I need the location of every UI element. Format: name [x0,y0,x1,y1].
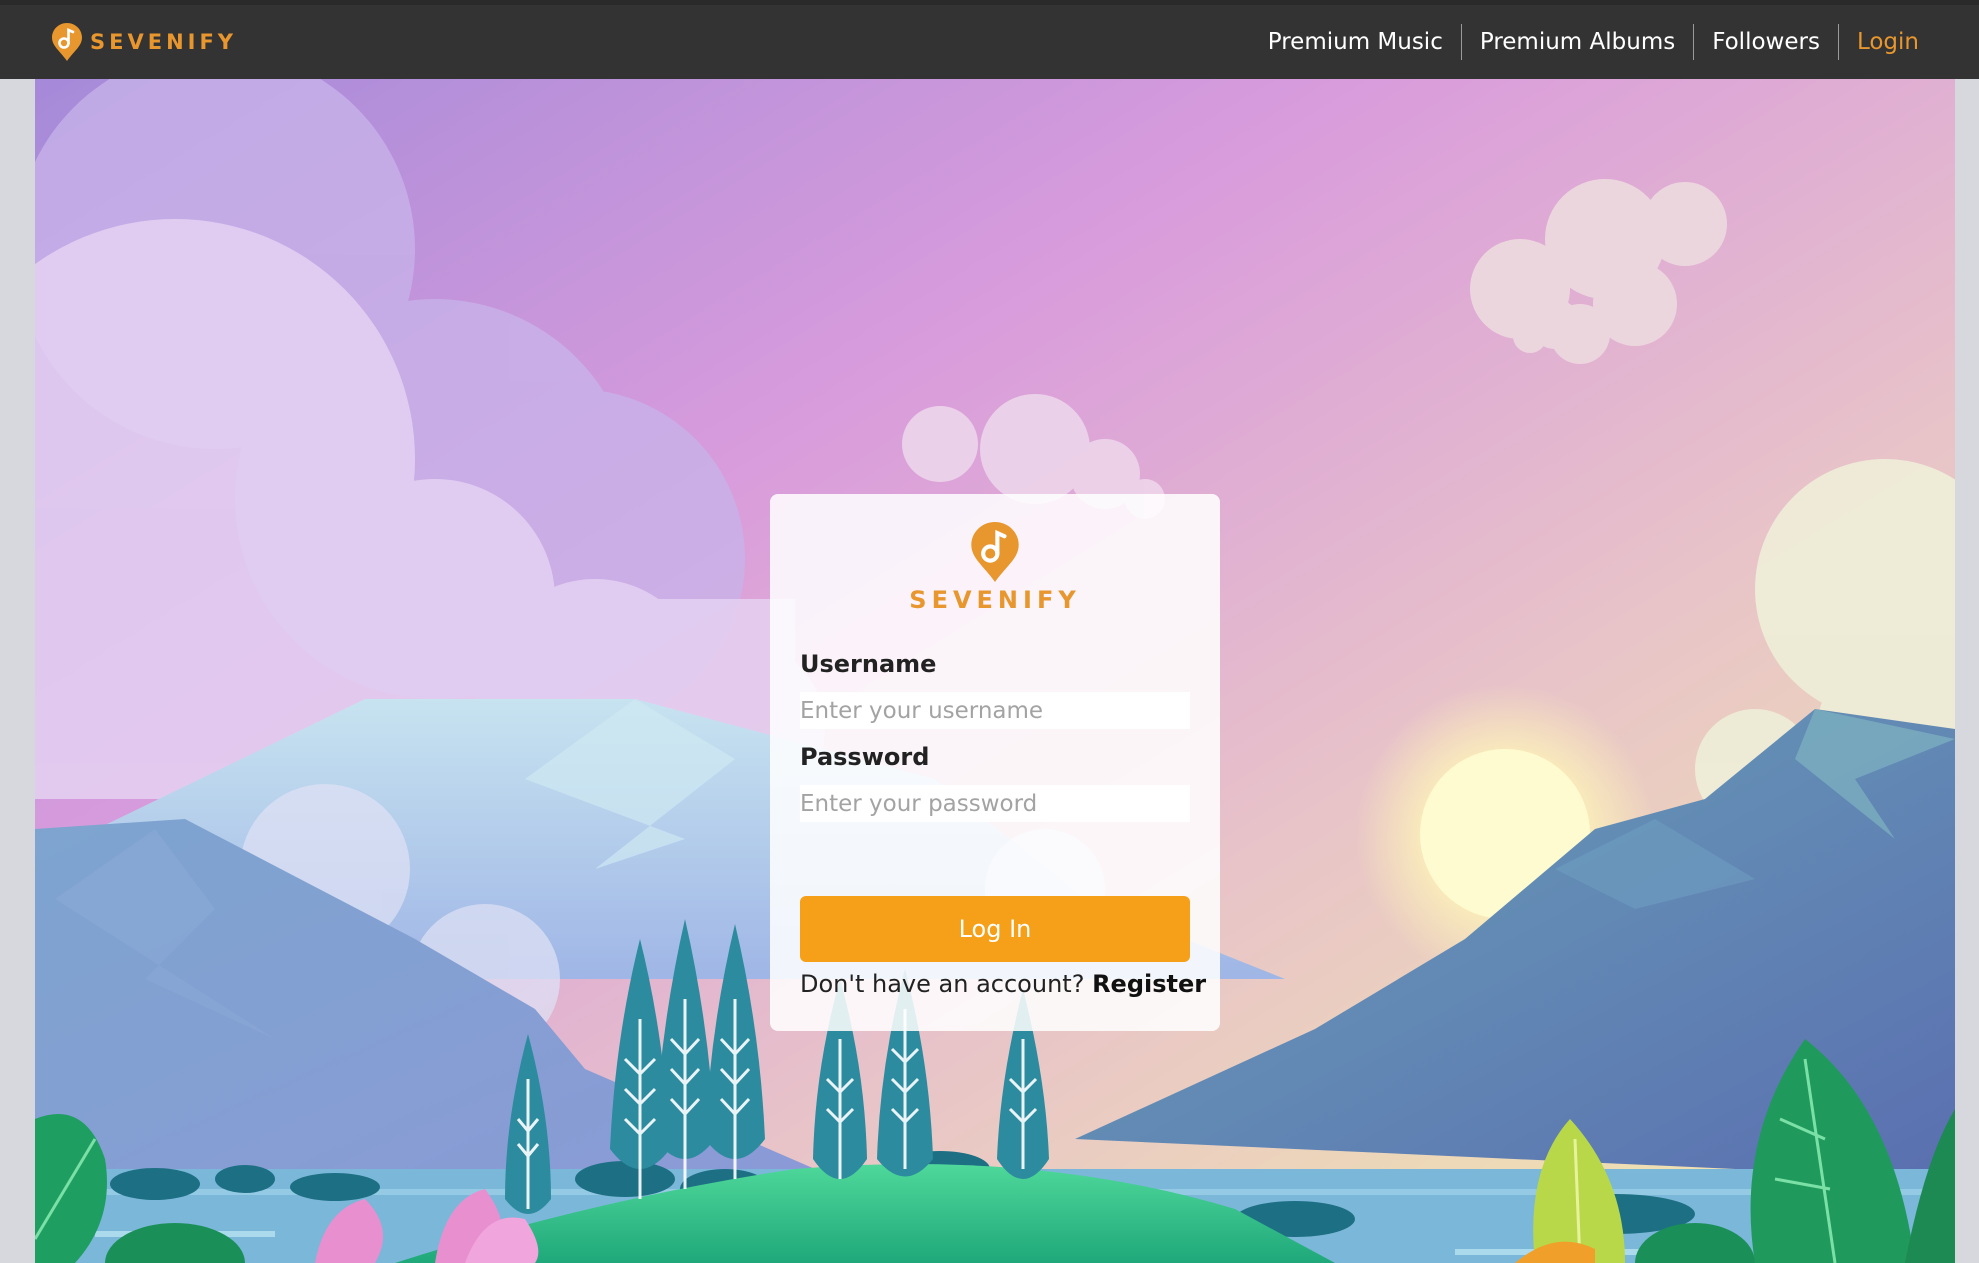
nav-premium-albums[interactable]: Premium Albums [1462,24,1695,60]
register-link[interactable]: Register [1092,970,1206,998]
register-prompt: Don't have an account? Register [800,970,1206,998]
username-label: Username [800,650,937,678]
brand-logo[interactable]: SEVENIFY [52,23,237,61]
music-note-pin-icon [971,522,1019,582]
username-input[interactable] [800,692,1190,729]
main-nav: Premium Music Premium Albums Followers L… [1250,24,1919,60]
login-brand-name: SEVENIFY [909,586,1081,614]
top-navbar: SEVENIFY Premium Music Premium Albums Fo… [0,0,1979,79]
login-brand-logo: SEVENIFY [800,522,1190,614]
nav-login[interactable]: Login [1839,24,1919,60]
music-note-pin-icon [52,23,82,61]
nav-premium-music[interactable]: Premium Music [1250,24,1462,60]
login-card: SEVENIFY Username Password Log In Don't … [770,494,1220,1031]
password-label: Password [800,743,930,771]
brand-name: SEVENIFY [90,30,238,54]
login-button[interactable]: Log In [800,896,1190,962]
password-input[interactable] [800,785,1190,822]
no-account-text: Don't have an account? [800,970,1085,998]
nav-followers[interactable]: Followers [1694,24,1839,60]
